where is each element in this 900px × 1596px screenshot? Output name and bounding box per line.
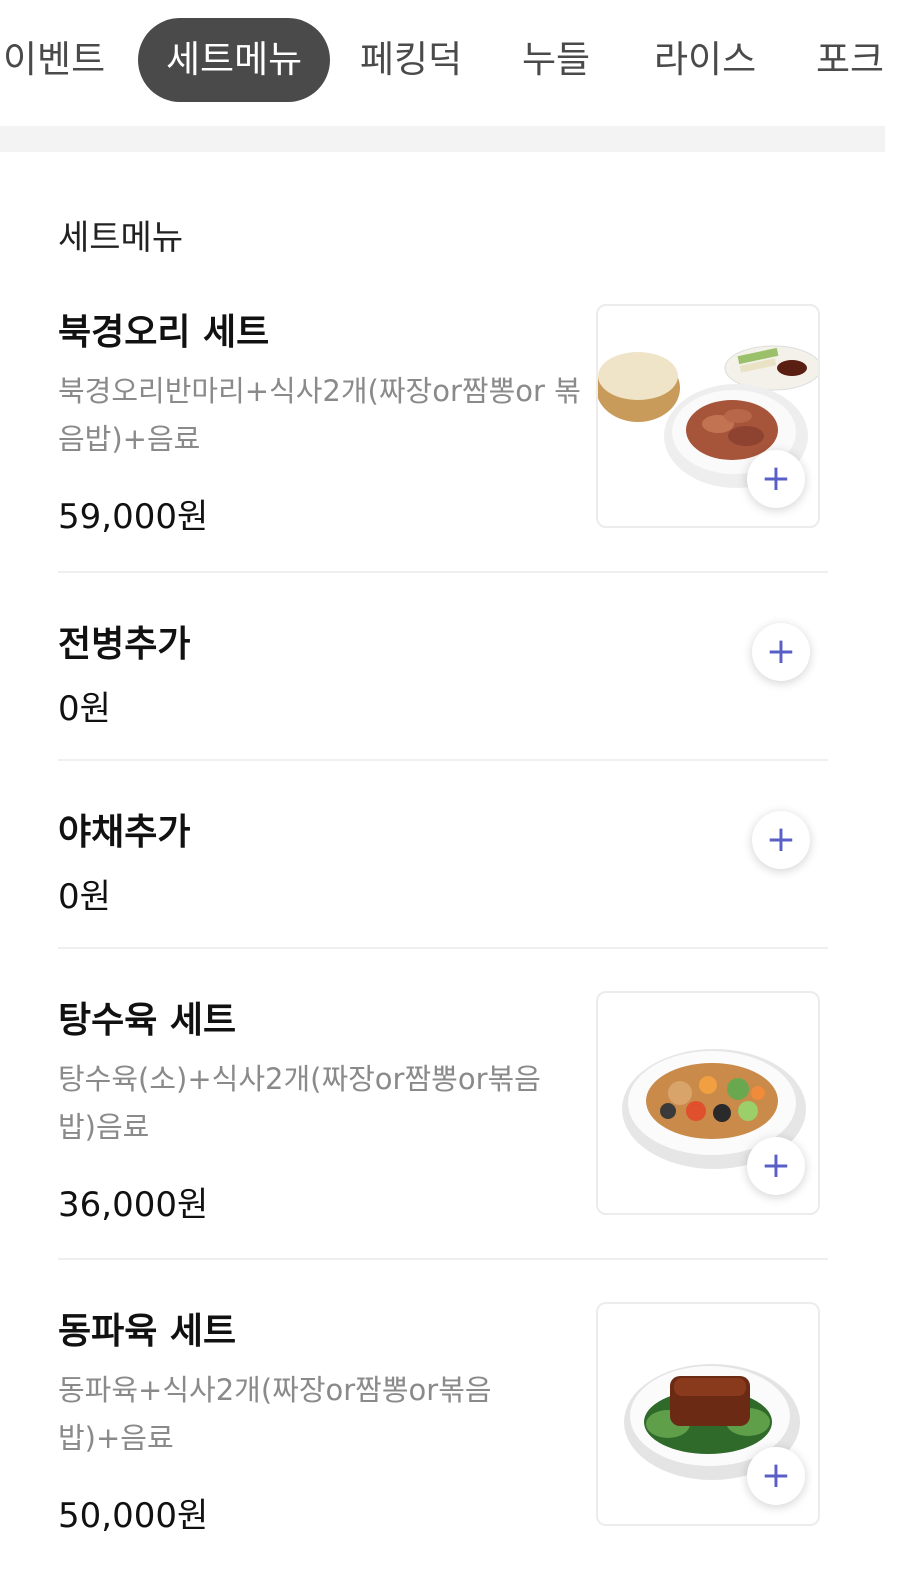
add-peking-duck-set-button[interactable]: + bbox=[747, 450, 805, 508]
section-separator bbox=[0, 126, 885, 152]
plus-icon: + bbox=[760, 1455, 792, 1496]
item-divider bbox=[58, 759, 828, 761]
category-tab-bar: 이벤트 세트메뉴 페킹덕 누들 라이스 포크 bbox=[0, 0, 900, 126]
menu-item-pancake-add[interactable]: 전병추가 0원 bbox=[58, 615, 828, 730]
item-divider bbox=[58, 571, 828, 573]
tab-set-menu[interactable]: 세트메뉴 bbox=[138, 18, 331, 102]
tab-event[interactable]: 이벤트 bbox=[3, 18, 105, 102]
add-vegetable-button[interactable]: + bbox=[752, 811, 810, 869]
plus-icon: + bbox=[765, 819, 797, 860]
tab-rice[interactable]: 라이스 bbox=[654, 18, 756, 102]
item-description: 탕수육(소)+식사2개(짜장or짬뽕or볶음 밥)음료 bbox=[58, 1062, 541, 1144]
tab-pork[interactable]: 포크 bbox=[816, 18, 884, 102]
item-divider bbox=[58, 1258, 828, 1260]
add-dongpo-pork-set-button[interactable]: + bbox=[747, 1447, 805, 1505]
item-name: 전병추가 bbox=[58, 624, 191, 665]
item-divider bbox=[58, 947, 828, 949]
add-pancake-button[interactable]: + bbox=[752, 623, 810, 681]
tab-peking-duck[interactable]: 페킹덕 bbox=[360, 18, 462, 102]
item-price: 0원 bbox=[58, 877, 111, 917]
plus-icon: + bbox=[760, 1145, 792, 1186]
item-name: 야채추가 bbox=[58, 812, 191, 853]
item-description: 동파육+식사2개(짜장or짬뽕or볶음 밥)+음료 bbox=[58, 1373, 492, 1455]
add-sweet-sour-pork-set-button[interactable]: + bbox=[747, 1137, 805, 1195]
plus-icon: + bbox=[765, 631, 797, 672]
section-title: 세트메뉴 bbox=[58, 218, 184, 258]
menu-item-vegetable-add[interactable]: 야채추가 0원 bbox=[58, 803, 828, 918]
item-price: 0원 bbox=[58, 689, 111, 729]
item-description: 북경오리반마리+식사2개(짜장or짬뽕or 볶음밥)+음료 bbox=[58, 374, 581, 456]
plus-icon: + bbox=[760, 458, 792, 499]
tab-noodle[interactable]: 누들 bbox=[522, 18, 590, 102]
